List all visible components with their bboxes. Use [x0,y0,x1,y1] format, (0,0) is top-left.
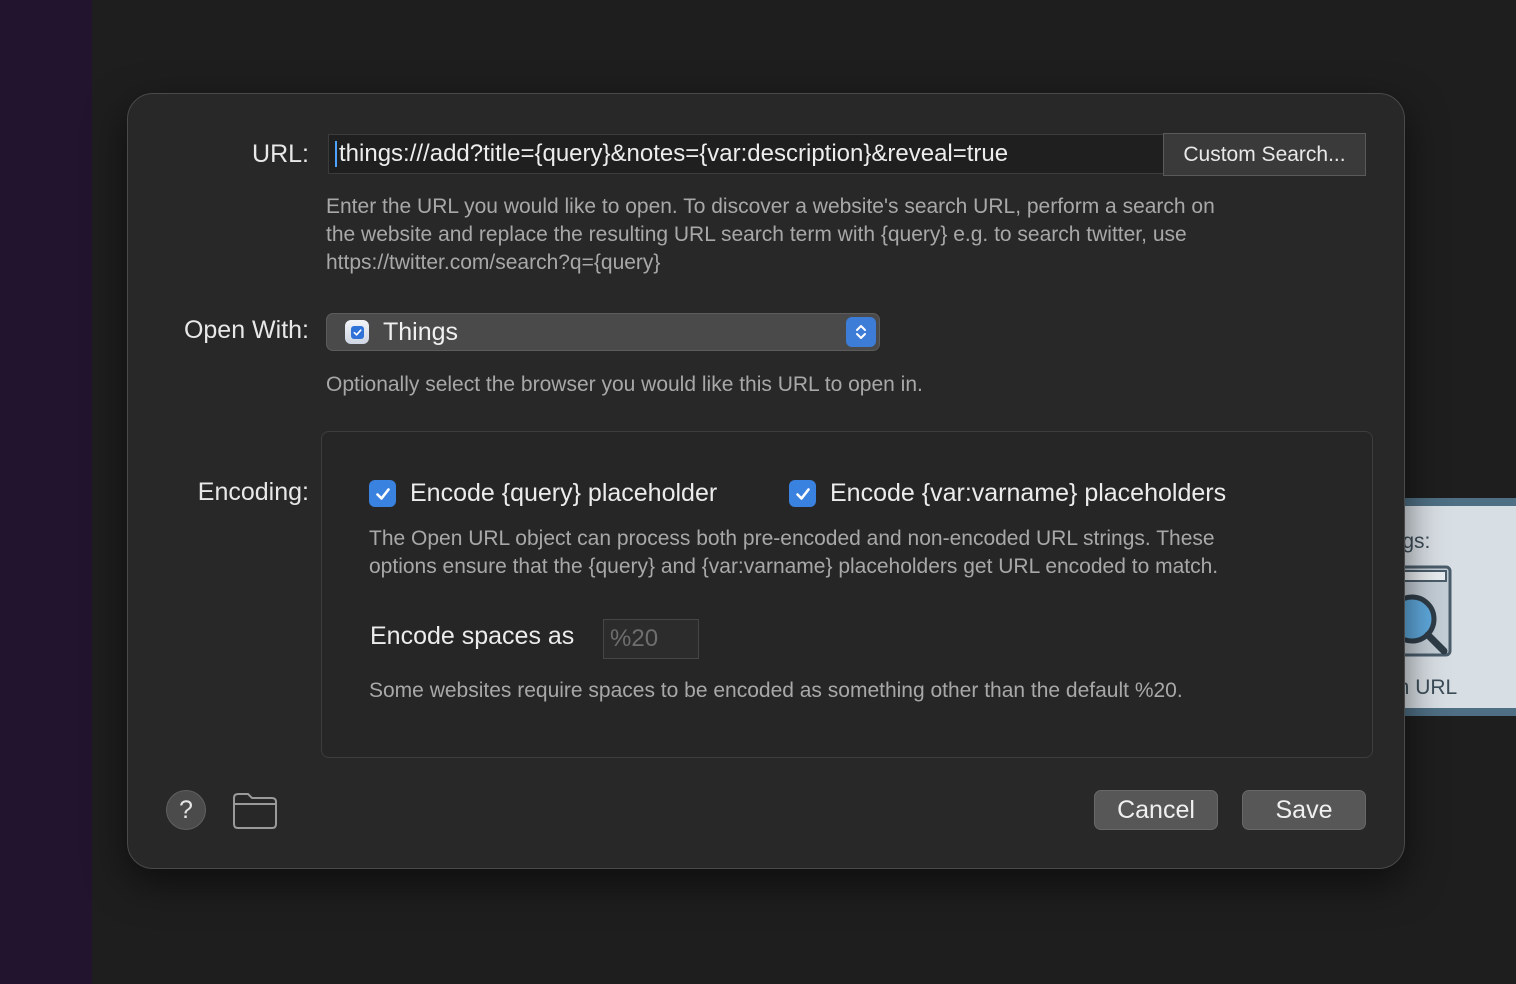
encode-query-label: Encode {query} placeholder [410,479,718,507]
encode-var-checkbox[interactable]: Encode {var:varname} placeholders [789,479,1226,508]
open-with-label: Open With: [183,316,309,344]
encoding-help-line: options ensure that the {query} and {var… [369,555,1219,578]
open-with-popup[interactable]: Things [326,313,880,351]
cancel-button[interactable]: Cancel [1094,790,1218,830]
encoding-help-text: The Open URL object can process both pre… [369,525,1218,581]
app-sidebar-strip [0,0,92,984]
encode-var-label: Encode {var:varname} placeholders [830,479,1227,507]
question-icon[interactable]: ? [166,790,206,830]
encode-query-checkbox[interactable]: Encode {query} placeholder [369,479,717,508]
open-url-dialog: URL: things:///add?title={query}&notes={… [127,93,1405,869]
save-button[interactable]: Save [1242,790,1366,830]
url-value: things:///add?title={query}&notes={var:d… [339,140,1009,167]
open-with-selected: Things [383,317,459,346]
encoding-help-line: The Open URL object can process both pre… [369,527,1215,550]
url-help-line: https://twitter.com/search?q={query} [326,251,661,274]
folder-icon[interactable] [232,792,278,830]
encoding-label: Encoding: [197,478,309,506]
encode-spaces-label: Encode spaces as [370,622,575,650]
url-help-line: the website and replace the resulting UR… [326,223,1187,246]
encode-spaces-input[interactable]: %20 [603,619,699,659]
checkmark-icon [369,480,396,507]
checkmark-icon [789,480,816,507]
custom-search-button[interactable]: Custom Search... [1163,133,1366,176]
chevron-updown-icon[interactable] [846,317,876,347]
url-input[interactable]: things:///add?title={query}&notes={var:d… [328,134,1164,174]
url-help-line: Enter the URL you would like to open. To… [326,195,1215,218]
url-help-text: Enter the URL you would like to open. To… [326,193,1215,277]
text-caret [335,141,337,167]
things-app-icon [345,320,369,344]
url-label: URL: [252,140,309,168]
background-node-body: ings: en URL [1386,506,1516,708]
encode-spaces-help: Some websites require spaces to be encod… [369,679,1183,702]
open-with-help: Optionally select the browser you would … [326,373,923,396]
encoding-group: Encode {query} placeholder Encode {var:v… [321,431,1373,758]
